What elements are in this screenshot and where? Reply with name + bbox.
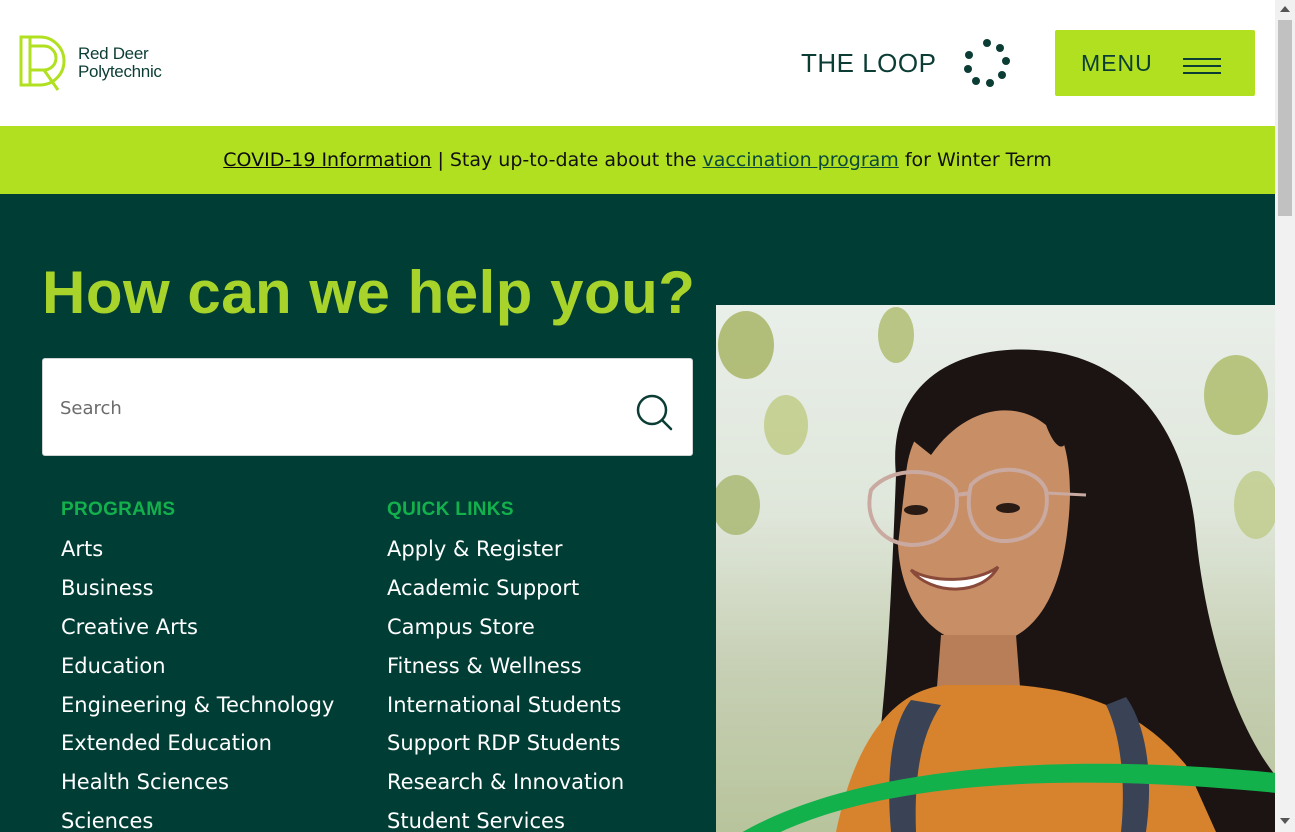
programs-list: Arts Business Creative Arts Education En… [61,536,334,832]
quick-link-student-services[interactable]: Student Services [387,808,624,832]
alert-text-after: for Winter Term [904,149,1052,171]
menu-button[interactable]: MENU [1055,30,1255,96]
hero-photo [716,305,1275,832]
the-loop-link[interactable]: THE LOOP [801,38,1012,88]
alert-separator: | [437,149,444,171]
loop-dots-icon [964,39,1011,87]
alert-text-before: Stay up-to-date about the [449,149,697,171]
hero-title: How can we help you? [42,259,696,326]
hero-section: How can we help you? PROGRAMS Arts Busin… [0,194,1275,832]
quick-links-heading: QUICK LINKS [387,499,514,520]
quick-links-list: Apply & Register Academic Support Campus… [387,536,624,832]
quick-link-fitness[interactable]: Fitness & Wellness [387,653,624,692]
programs-heading: PROGRAMS [61,499,176,520]
search-box [42,358,693,456]
program-link-business[interactable]: Business [61,575,334,614]
quick-link-campus-store[interactable]: Campus Store [387,614,624,653]
site-logo[interactable]: Red Deer Polytechnic [18,34,188,94]
logo-line-1: Red Deer [78,44,149,63]
scroll-up-arrow-icon[interactable] [1280,6,1290,12]
loop-label: THE LOOP [801,47,937,78]
program-link-arts[interactable]: Arts [61,536,334,575]
page-scrollbar[interactable] [1275,0,1295,832]
site-header: Red Deer Polytechnic THE LOOP MENU [0,0,1275,126]
programs-column: PROGRAMS Arts Business Creative Arts Edu… [61,498,334,832]
covid-info-link[interactable]: COVID-19 Information [223,149,431,171]
scroll-down-arrow-icon[interactable] [1280,818,1290,824]
quick-link-academic-support[interactable]: Academic Support [387,575,624,614]
search-input[interactable] [58,389,602,427]
scrollbar-thumb[interactable] [1278,20,1292,216]
logo-text: Red Deer Polytechnic [78,45,162,81]
program-link-education[interactable]: Education [61,653,334,692]
student-portrait-image [716,307,1275,832]
quick-links-column: QUICK LINKS Apply & Register Academic Su… [387,498,624,832]
program-link-creative-arts[interactable]: Creative Arts [61,614,334,653]
quick-link-apply[interactable]: Apply & Register [387,536,624,575]
program-link-extended-education[interactable]: Extended Education [61,730,334,769]
search-icon[interactable] [635,393,675,433]
logo-line-2: Polytechnic [78,62,162,81]
quick-link-international[interactable]: International Students [387,692,624,731]
quick-link-support-students[interactable]: Support RDP Students [387,730,624,769]
covid-alert-bar: COVID-19 Information | Stay up-to-date a… [0,126,1275,194]
quick-link-research[interactable]: Research & Innovation [387,769,624,808]
program-link-health-sciences[interactable]: Health Sciences [61,769,334,808]
program-link-sciences[interactable]: Sciences [61,808,334,832]
program-link-engineering[interactable]: Engineering & Technology [61,692,334,731]
rdp-logo-icon [19,35,66,91]
vaccination-program-link[interactable]: vaccination program [703,149,899,171]
hamburger-icon [1183,58,1221,74]
menu-label: MENU [1081,49,1153,76]
